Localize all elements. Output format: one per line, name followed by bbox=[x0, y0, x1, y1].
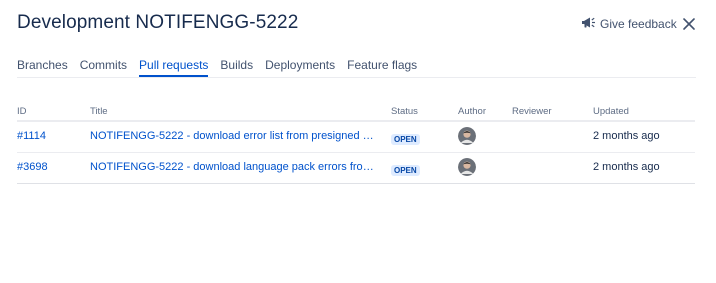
give-feedback-label: Give feedback bbox=[600, 17, 677, 31]
column-header-status[interactable]: Status bbox=[391, 106, 418, 117]
pr-title-link[interactable]: NOTIFENGG-5222 - download language pack … bbox=[90, 161, 380, 173]
page-title: Development NOTIFENGG-5222 bbox=[17, 12, 299, 33]
pr-title-link[interactable]: NOTIFENGG-5222 - download error list fro… bbox=[90, 130, 380, 142]
tab-bar: Branches Commits Pull requests Builds De… bbox=[17, 58, 696, 78]
status-badge: OPEN bbox=[391, 165, 420, 176]
pr-id-link[interactable]: #1114 bbox=[17, 130, 46, 142]
status-badge: OPEN bbox=[391, 134, 420, 145]
column-header-author[interactable]: Author bbox=[458, 106, 486, 117]
megaphone-icon bbox=[581, 16, 600, 32]
column-header-reviewer[interactable]: Reviewer bbox=[512, 106, 552, 117]
tab-builds[interactable]: Builds bbox=[220, 58, 253, 75]
table-row: #3698 NOTIFENGG-5222 - download language… bbox=[17, 153, 695, 184]
updated-time: 2 months ago bbox=[593, 130, 660, 142]
avatar[interactable] bbox=[458, 158, 476, 176]
close-icon bbox=[683, 18, 695, 30]
table-row: #1114 NOTIFENGG-5222 - download error li… bbox=[17, 122, 695, 153]
tab-commits[interactable]: Commits bbox=[80, 58, 127, 75]
pull-requests-table: ID Title Status Author Reviewer Updated … bbox=[17, 104, 695, 184]
tab-branches[interactable]: Branches bbox=[17, 58, 68, 75]
column-header-title[interactable]: Title bbox=[90, 106, 108, 117]
column-header-id[interactable]: ID bbox=[17, 106, 27, 117]
close-button[interactable] bbox=[681, 16, 697, 32]
updated-time: 2 months ago bbox=[593, 161, 660, 173]
tab-feature-flags[interactable]: Feature flags bbox=[347, 58, 417, 75]
column-header-updated[interactable]: Updated bbox=[593, 106, 629, 117]
table-header: ID Title Status Author Reviewer Updated bbox=[17, 104, 695, 122]
tab-pull-requests[interactable]: Pull requests bbox=[139, 58, 209, 77]
pr-id-link[interactable]: #3698 bbox=[17, 161, 48, 173]
tab-deployments[interactable]: Deployments bbox=[265, 58, 335, 75]
avatar[interactable] bbox=[458, 127, 476, 145]
give-feedback-button[interactable]: Give feedback bbox=[581, 16, 677, 32]
